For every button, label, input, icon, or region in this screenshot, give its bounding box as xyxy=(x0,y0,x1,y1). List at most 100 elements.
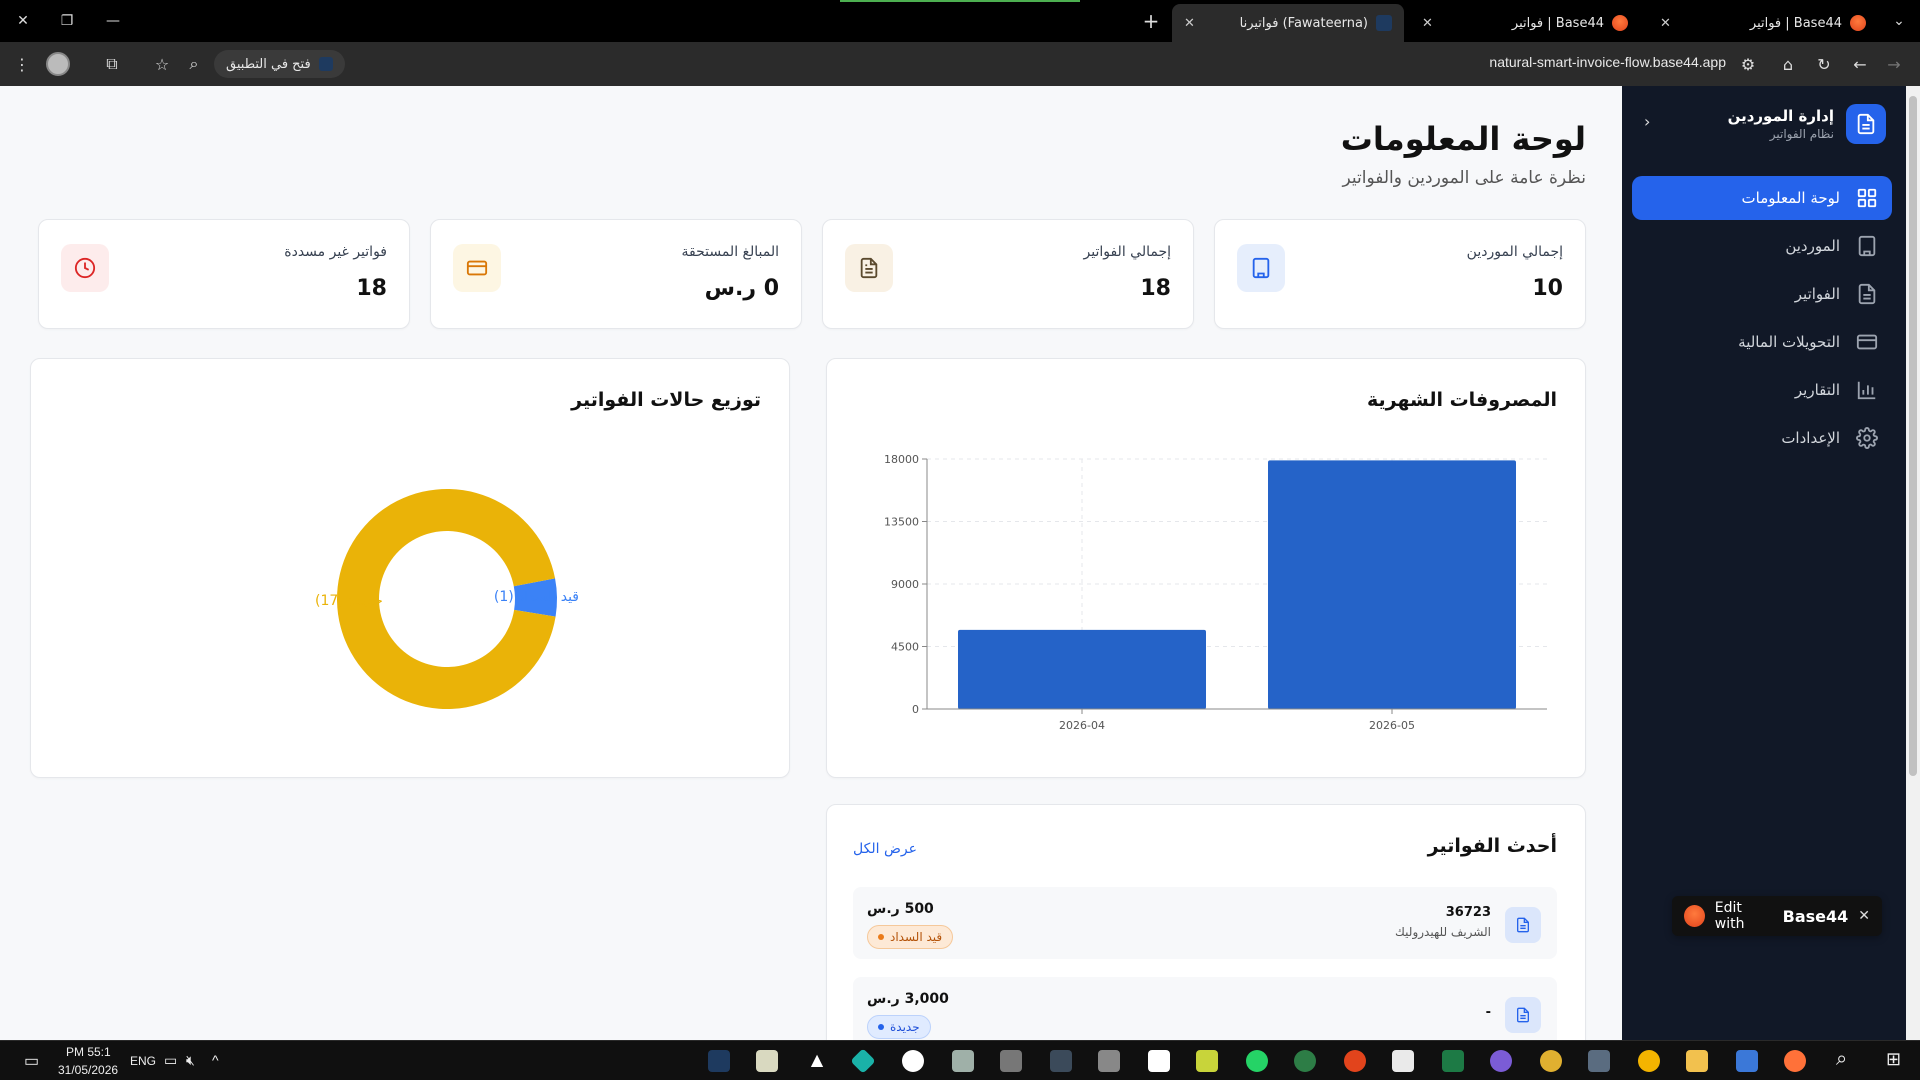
network-icon[interactable]: ▭ xyxy=(164,1052,177,1069)
new-tab-icon[interactable]: + xyxy=(1138,8,1164,34)
taskbar-app-icon[interactable] xyxy=(708,1050,730,1072)
sidebar-item-settings[interactable]: الإعدادات xyxy=(1632,416,1892,460)
toast-brand: Base44 xyxy=(1782,906,1849,926)
calculator-icon[interactable] xyxy=(1588,1050,1610,1072)
clock-time[interactable]: PM 55:1 xyxy=(66,1045,111,1059)
clock-date[interactable]: 31/05/2026 xyxy=(58,1063,118,1077)
home-icon[interactable]: ⌂ xyxy=(1776,52,1800,76)
language-indicator[interactable]: ENG xyxy=(130,1054,156,1068)
toast-text: Edit with xyxy=(1714,900,1745,932)
minimize-window-icon[interactable]: — xyxy=(100,8,126,34)
close-tab-icon[interactable]: ✕ xyxy=(1422,16,1433,31)
site-settings-icon[interactable]: ⚙ xyxy=(1736,52,1760,76)
taskbar-app-icon[interactable] xyxy=(1392,1050,1414,1072)
tray-chevron-up-icon[interactable]: ^ xyxy=(212,1052,219,1068)
zoom-icon[interactable]: ⌕ xyxy=(182,52,206,76)
taskbar-app-icon[interactable] xyxy=(1490,1050,1512,1072)
bookmark-star-icon[interactable]: ☆ xyxy=(150,52,174,76)
close-tab-icon[interactable]: ✕ xyxy=(1184,16,1195,31)
latest-invoices-title: أحدث الفواتير xyxy=(1427,835,1557,857)
url-text[interactable]: natural-smart-invoice-flow.base44.app xyxy=(1489,54,1726,70)
back-icon[interactable]: ← xyxy=(1848,52,1872,76)
brand-title: إدارة الموردين xyxy=(1727,107,1834,125)
sidebar-item-transfers[interactable]: التحويلات المالية xyxy=(1632,320,1892,364)
taskbar-app-icon[interactable] xyxy=(1196,1050,1218,1072)
stat-label: إجمالي الموردين xyxy=(1466,244,1563,260)
extensions-icon[interactable]: ⧉ xyxy=(100,52,124,76)
taskbar-app-icon[interactable]: ▲ xyxy=(806,1050,828,1072)
taskbar-app-icon[interactable] xyxy=(1000,1050,1022,1072)
invoice-row[interactable]: - 3,000 ر.س جديدة xyxy=(853,977,1557,1040)
volume-muted-icon[interactable]: 🔇︎ xyxy=(186,1052,195,1069)
open-in-app-button[interactable]: فتح في التطبيق xyxy=(214,50,345,78)
store-icon[interactable] xyxy=(1736,1050,1758,1072)
stat-card-unpaid: فواتير غير مسددة 18 xyxy=(38,219,410,329)
stat-value: 0 ر.س xyxy=(704,276,779,301)
collapse-sidebar-chevron-icon[interactable]: ‹ xyxy=(1644,112,1650,131)
status-dot xyxy=(878,1024,884,1030)
stat-label: المبالغ المستحقة xyxy=(681,244,780,260)
address-bar: ⋮ ⧉ ☆ ⌕ فتح في التطبيق natural-smart-inv… xyxy=(0,42,1920,86)
start-windows-icon[interactable]: ⊞ xyxy=(1886,1049,1901,1070)
file-icon xyxy=(1505,907,1541,943)
tab-search-icon[interactable]: ⌄ xyxy=(1886,8,1912,34)
taskbar-app-icon[interactable] xyxy=(850,1048,876,1074)
chart-title: توزيع حالات الفواتير xyxy=(571,389,761,411)
taskbar-app-icon[interactable] xyxy=(756,1050,778,1072)
bar xyxy=(958,629,1206,709)
chrome-icon[interactable] xyxy=(1638,1050,1660,1072)
sidebar-item-dashboard[interactable]: لوحة المعلومات xyxy=(1632,176,1892,220)
whatsapp-icon[interactable] xyxy=(1246,1050,1268,1072)
invoice-number: 36723 xyxy=(1445,905,1491,920)
search-icon[interactable]: ⌕ xyxy=(1836,1048,1847,1071)
taskbar-app-icon[interactable] xyxy=(1148,1050,1170,1072)
profile-avatar[interactable] xyxy=(46,52,70,76)
taskbar-app-icon[interactable] xyxy=(1050,1050,1072,1072)
tab-base44-2[interactable]: ✕ فواتير | Base44 xyxy=(1648,4,1878,42)
invoice-supplier: الشريف للهيدروليك xyxy=(1395,925,1491,939)
sidebar-item-label: الإعدادات xyxy=(1781,429,1840,447)
excel-icon[interactable] xyxy=(1442,1050,1464,1072)
credit-card-icon xyxy=(1856,334,1878,350)
view-all-link[interactable]: عرض الكل xyxy=(853,841,917,857)
invoice-amount: 500 ر.س xyxy=(867,901,934,917)
taskbar-app-icon[interactable] xyxy=(1294,1050,1316,1072)
tab-base44-1[interactable]: ✕ فواتير | Base44 xyxy=(1410,4,1640,42)
reload-icon[interactable]: ↻ xyxy=(1812,52,1836,76)
status-badge-label: جديدة xyxy=(890,1020,920,1034)
menu-dots-icon[interactable]: ⋮ xyxy=(10,52,34,76)
close-window-icon[interactable]: ✕ xyxy=(10,8,36,34)
close-tab-icon[interactable]: ✕ xyxy=(1660,16,1671,31)
close-icon[interactable]: ✕ xyxy=(1858,908,1870,924)
taskbar-app-icon[interactable] xyxy=(1098,1050,1120,1072)
chrome-active-icon[interactable] xyxy=(1540,1050,1562,1072)
file-explorer-icon[interactable] xyxy=(1686,1050,1708,1072)
x-tick-label: 2026-04 xyxy=(1059,719,1105,732)
latest-invoices-card: أحدث الفواتير عرض الكل 36723 الشريف للهي… xyxy=(826,804,1586,1040)
firefox-icon[interactable] xyxy=(1784,1050,1806,1072)
github-icon[interactable] xyxy=(902,1050,924,1072)
invoice-row[interactable]: 36723 الشريف للهيدروليك 500 ر.س قيد السد… xyxy=(853,887,1557,959)
stat-label: إجمالي الفواتير xyxy=(1083,244,1172,260)
restore-window-icon[interactable]: ❐ xyxy=(54,8,80,34)
page-subtitle: نظرة عامة على الموردين والفواتير xyxy=(1342,168,1587,188)
forward-icon[interactable]: → xyxy=(1882,52,1906,76)
page-scrollbar[interactable] xyxy=(1906,86,1920,1040)
chart-title: المصروفات الشهرية xyxy=(1366,389,1557,411)
taskbar-app-icon[interactable] xyxy=(952,1050,974,1072)
edit-with-base44-button[interactable]: Edit with Base44 ✕ xyxy=(1672,896,1882,936)
sidebar-item-label: الموردين xyxy=(1785,237,1840,255)
stat-value: 10 xyxy=(1532,276,1563,301)
sidebar-item-reports[interactable]: التقارير xyxy=(1632,368,1892,412)
dashboard-icon xyxy=(1857,188,1877,208)
scrollbar-thumb[interactable] xyxy=(1909,96,1917,776)
app-favicon-icon xyxy=(1376,15,1392,31)
sidebar-item-invoices[interactable]: الفواتير xyxy=(1632,272,1892,316)
notifications-icon[interactable]: ▭ xyxy=(24,1051,39,1071)
sidebar-item-suppliers[interactable]: الموردين xyxy=(1632,224,1892,268)
bar-chart-icon xyxy=(1857,381,1876,400)
sidebar-item-label: لوحة المعلومات xyxy=(1741,189,1841,207)
tab-fawateerna[interactable]: ✕ فواتيرنا (Fawateerna) xyxy=(1172,4,1404,42)
stat-card-suppliers: إجمالي الموردين 10 xyxy=(1214,219,1586,329)
taskbar-app-icon[interactable] xyxy=(1344,1050,1366,1072)
